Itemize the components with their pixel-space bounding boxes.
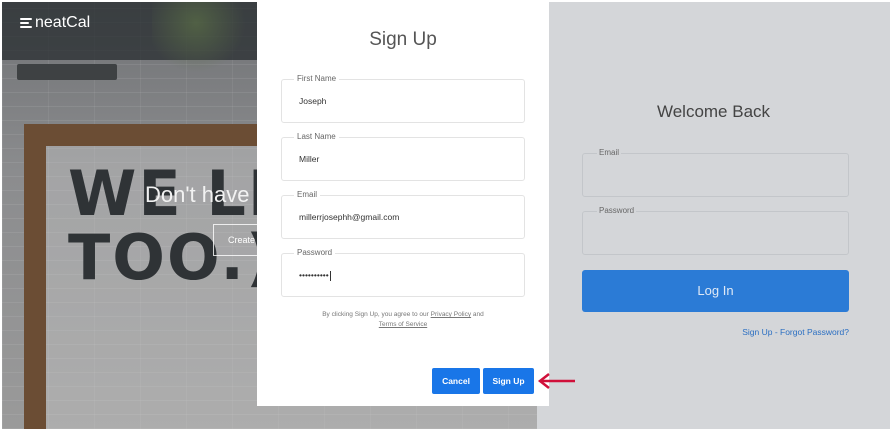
terms-and: and [472,311,484,318]
terms-prefix: By clicking Sign Up, you agree to our [322,311,429,318]
last-name-field[interactable]: Last Name Miller [281,132,525,181]
first-name-value: Joseph [299,96,327,106]
first-name-label: First Name [294,74,340,83]
password-dots: •••••••••• [299,270,329,280]
signup-forgot-links[interactable]: Sign Up - Forgot Password? [537,327,849,337]
email-label: Email [294,190,321,199]
signup-button[interactable]: Sign Up [483,368,534,394]
foliage-decoration [152,2,262,72]
privacy-policy-link[interactable]: Privacy Policy [431,311,471,318]
password-field[interactable]: Password •••••••••• [281,248,525,297]
login-title: Welcome Back [656,102,771,121]
password-label: Password [294,248,336,257]
wall-lamp [17,64,117,80]
email-value: millerrjosephh@gmail.com [299,212,400,222]
arrow-left-icon [537,373,575,389]
last-name-value: Miller [299,154,320,164]
last-name-label: Last Name [294,132,339,141]
signup-modal: Sign Up First Name Joseph Last Name Mill… [257,2,549,406]
login-email-label: Email [597,148,622,157]
brand-name: neatCal [35,14,91,31]
login-password-field[interactable]: Password [582,206,849,255]
password-value: •••••••••• [299,270,331,281]
signup-prompt-text: Don't have [145,182,250,207]
login-panel: Welcome Back Email Password Log In Sign … [537,2,890,429]
first-name-field[interactable]: First Name Joseph [281,74,525,123]
signup-title: Sign Up [369,29,437,50]
email-field[interactable]: Email millerrjosephh@gmail.com [281,190,525,239]
login-password-label: Password [597,206,637,215]
brand-logo[interactable]: neatCal [20,14,90,32]
login-button[interactable]: Log In [582,270,849,312]
logo-lines-icon [20,18,32,28]
cancel-button[interactable]: Cancel [432,368,480,394]
terms-notice: By clicking Sign Up, you agree to our Pr… [297,310,509,330]
login-email-field[interactable]: Email [582,148,849,197]
terms-of-service-link[interactable]: Terms of Service [379,321,427,328]
text-cursor [329,270,331,281]
